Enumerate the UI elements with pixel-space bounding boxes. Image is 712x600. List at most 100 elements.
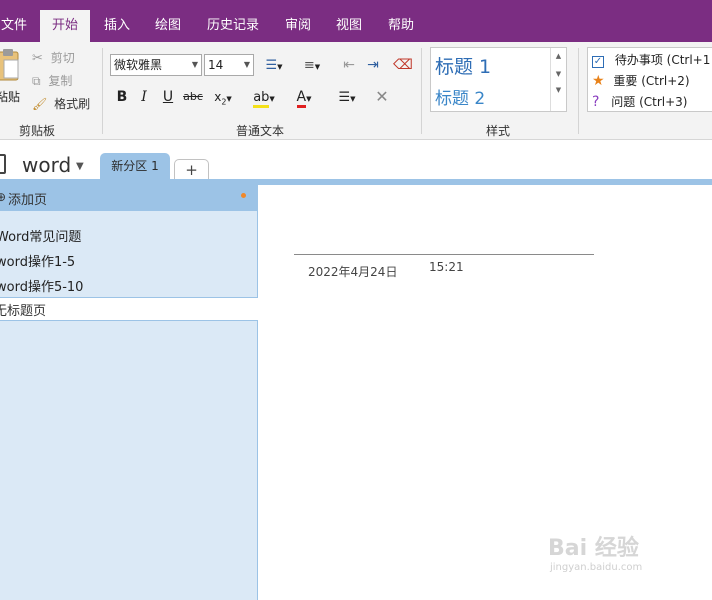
- strikethrough-button[interactable]: abc: [182, 87, 204, 107]
- indent-icon: ⇥: [367, 57, 379, 73]
- watermark-url: jingyan.baidu.com: [550, 562, 643, 573]
- styles-scroll[interactable]: ▲ ▼ ▼: [550, 48, 566, 111]
- ribbon-home: 粘贴 ✂ 剪切 ⧉ 复制 🖌 格式刷 剪贴板 微软雅黑 ▼ 14 ▼ ☰▼ ≡▼: [0, 42, 712, 140]
- decrease-indent-button[interactable]: ⇤: [339, 55, 359, 75]
- page-date: 2022年4月24日: [308, 265, 398, 279]
- style-heading2[interactable]: 标题 2: [435, 84, 485, 109]
- chevron-down-icon: ▼: [306, 95, 312, 103]
- add-page-button[interactable]: ⊕ 添加页: [0, 185, 258, 211]
- clipboard-icon: [0, 49, 19, 81]
- tab-insert[interactable]: 插入: [96, 10, 138, 42]
- more-icon: ▼: [555, 86, 562, 94]
- chevron-up-icon: ▲: [555, 52, 562, 60]
- bullet-list-icon: ☰: [265, 58, 278, 73]
- add-section-button[interactable]: +: [174, 159, 209, 181]
- page-item-selected[interactable]: 无标题页: [0, 297, 258, 321]
- chevron-down-icon: ▼: [243, 60, 250, 69]
- subscript-button[interactable]: x2▼: [208, 87, 238, 107]
- align-button[interactable]: ☰▼: [332, 87, 362, 107]
- question-icon: ?: [592, 94, 600, 110]
- tag-todo[interactable]: ✓ 待办事项 (Ctrl+1: [592, 51, 710, 68]
- highlighter-icon: ab: [253, 90, 270, 108]
- outdent-icon: ⇤: [343, 57, 355, 73]
- page-item[interactable]: Word常见问题: [0, 226, 81, 245]
- notebook-icon: [0, 154, 6, 174]
- bold-button[interactable]: B: [112, 87, 132, 107]
- tag-todo-label: 待办事项 (Ctrl+1: [614, 53, 711, 67]
- style-heading1[interactable]: 标题 1: [435, 52, 491, 79]
- format-painter-label: 格式刷: [54, 97, 91, 111]
- highlight-button[interactable]: ab▼: [248, 87, 280, 108]
- numbering-button[interactable]: ≡▼: [297, 55, 327, 75]
- checkbox-icon: ✓: [592, 56, 604, 68]
- page-canvas[interactable]: 2022年4月24日 15:21: [259, 185, 712, 600]
- italic-button[interactable]: I: [134, 87, 154, 107]
- format-painter-button[interactable]: 🖌 格式刷: [32, 95, 90, 112]
- styles-group-label: 样式: [486, 124, 511, 138]
- eraser-icon: ⌫: [393, 57, 413, 73]
- onenote-window: 文件 开始 插入 绘图 历史记录 审阅 视图 帮助 粘贴 ✂ 剪切 ⧉ 复制 🖌: [0, 0, 712, 600]
- underline-icon: U: [162, 89, 174, 105]
- paintbrush-icon: 🖌: [32, 97, 48, 111]
- watermark: Bai 经验 jingyan.baidu.com: [548, 530, 642, 573]
- page-list-dot: [241, 193, 246, 198]
- scissors-icon: ✂: [32, 51, 43, 66]
- subscript-icon: x2: [214, 90, 227, 107]
- page-time: 15:21: [429, 260, 464, 274]
- chevron-down-icon: ▼: [350, 95, 356, 103]
- tab-draw[interactable]: 绘图: [147, 10, 189, 42]
- notebook-dropdown[interactable]: ▼: [76, 161, 84, 172]
- chevron-down-icon: ▼: [226, 95, 232, 103]
- tag-question[interactable]: ? 问题 (Ctrl+3): [592, 93, 688, 110]
- tab-history[interactable]: 历史记录: [200, 10, 266, 42]
- bullets-button[interactable]: ☰▼: [259, 55, 289, 75]
- cut-label: 剪切: [50, 51, 75, 65]
- ribbon-tab-bar: 文件 开始 插入 绘图 历史记录 审阅 视图 帮助: [0, 0, 712, 42]
- page-item-label: 无标题页: [0, 304, 47, 319]
- align-left-icon: ☰: [338, 90, 351, 105]
- underline-button[interactable]: U: [158, 87, 178, 107]
- font-name-select[interactable]: 微软雅黑 ▼: [110, 54, 202, 76]
- chevron-down-icon: ▼: [314, 63, 321, 71]
- tag-question-label: 问题 (Ctrl+3): [611, 95, 688, 109]
- clipboard-group-label: 剪贴板: [19, 124, 56, 138]
- star-icon: ★: [592, 73, 605, 89]
- tab-view[interactable]: 视图: [328, 10, 370, 42]
- chevron-down-icon: ▼: [76, 161, 84, 172]
- delete-button[interactable]: ✕: [372, 87, 392, 107]
- clear-formatting-button[interactable]: ⌫: [393, 55, 413, 75]
- bold-icon: B: [116, 89, 128, 105]
- page-item[interactable]: word操作5-10: [0, 276, 83, 295]
- page-title-line[interactable]: [294, 254, 594, 255]
- italic-icon: I: [141, 89, 147, 105]
- numbered-list-icon: ≡: [303, 58, 315, 73]
- plus-icon: +: [185, 161, 198, 179]
- add-circle-icon: ⊕: [0, 190, 7, 204]
- chevron-down-icon: ▼: [269, 95, 275, 103]
- group-divider: [578, 48, 579, 134]
- font-size-select[interactable]: 14 ▼: [204, 54, 254, 76]
- page-list-pane: ⊕ 添加页 Word常见问题 word操作1-5 word操作5-10 无标题页: [0, 185, 258, 600]
- font-color-button[interactable]: A▼: [288, 87, 320, 108]
- tag-important[interactable]: ★ 重要 (Ctrl+2): [592, 72, 690, 89]
- tab-home[interactable]: 开始: [40, 10, 90, 42]
- chevron-down-icon: ▼: [555, 70, 562, 78]
- cut-button[interactable]: ✂ 剪切: [32, 49, 75, 66]
- increase-indent-button[interactable]: ⇥: [363, 55, 383, 75]
- tags-gallery: ✓ 待办事项 (Ctrl+1 ★ 重要 (Ctrl+2) ? 问题 (Ctrl+…: [587, 47, 712, 112]
- font-color-icon: A: [296, 89, 307, 108]
- basic-text-group-label: 普通文本: [236, 124, 285, 138]
- tab-help[interactable]: 帮助: [380, 10, 422, 42]
- paste-button[interactable]: 粘贴: [0, 48, 22, 108]
- copy-icon: ⧉: [32, 74, 41, 88]
- page-item[interactable]: word操作1-5: [0, 251, 75, 270]
- styles-gallery: 标题 1 标题 2 ▲ ▼ ▼: [430, 47, 567, 112]
- copy-button[interactable]: ⧉ 复制: [32, 72, 72, 89]
- notebook-name[interactable]: word: [22, 153, 71, 177]
- group-divider: [421, 48, 422, 134]
- tab-review[interactable]: 审阅: [277, 10, 319, 42]
- tab-file[interactable]: 文件: [0, 10, 34, 42]
- chevron-down-icon: ▼: [191, 60, 198, 69]
- notebook-bar: word ▼ 新分区 1 +: [0, 141, 712, 183]
- font-size-value: 14: [208, 58, 224, 72]
